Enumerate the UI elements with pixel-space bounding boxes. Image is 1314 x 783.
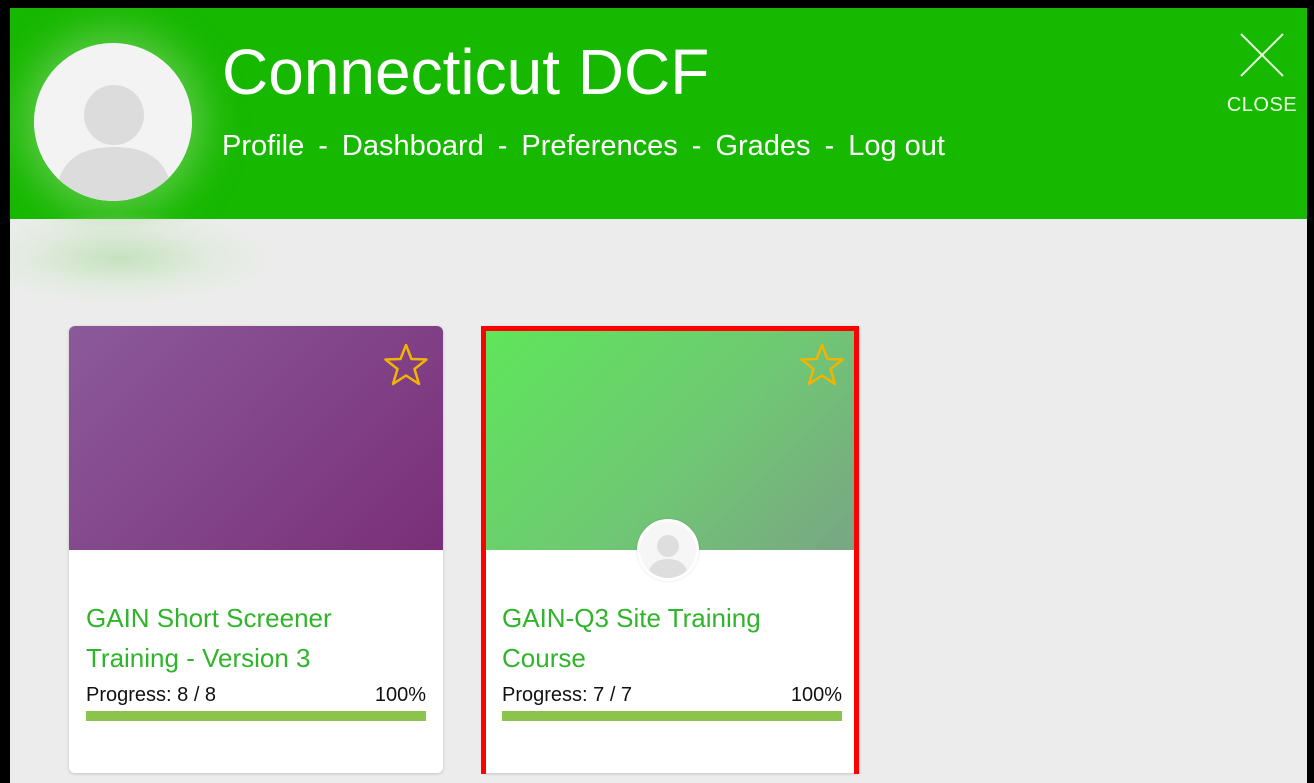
course-card[interactable]: GAIN-Q3 Site Training Course Progress: 7…: [485, 326, 859, 773]
progress-label: Progress: 8 / 8: [86, 684, 217, 706]
progress-fill: [502, 711, 842, 721]
course-title-link[interactable]: GAIN Short Screener Training - Version 3: [86, 598, 426, 678]
nav-separator: -: [691, 129, 702, 162]
decorative-glow: [10, 213, 270, 303]
progress-bar: [86, 711, 426, 721]
close-button[interactable]: CLOSE: [1224, 32, 1300, 132]
site-title: Connecticut DCF: [222, 36, 710, 108]
user-avatar-icon[interactable]: [34, 43, 192, 201]
close-x-icon: [1240, 33, 1284, 77]
nav-preferences-link[interactable]: Preferences: [521, 130, 677, 163]
app-window: Connecticut DCF Profile - Dashboard - Pr…: [0, 0, 1314, 783]
nav-separator: -: [318, 129, 328, 162]
progress-percent: 100%: [374, 684, 426, 706]
course-title-link[interactable]: GAIN-Q3 Site Training Course: [502, 598, 842, 678]
nav-dashboard-link[interactable]: Dashboard: [342, 130, 484, 163]
instructor-avatar-icon: [637, 519, 699, 581]
nav-separator: -: [497, 129, 508, 162]
nav-profile-link[interactable]: Profile: [222, 130, 304, 163]
header-bar: Connecticut DCF Profile - Dashboard - Pr…: [10, 8, 1307, 219]
nav-grades-link[interactable]: Grades: [715, 130, 810, 163]
progress-label: Progress: 7 / 7: [502, 684, 633, 706]
nav-logout-link[interactable]: Log out: [848, 130, 945, 163]
nav-separator: -: [824, 129, 835, 162]
progress-bar: [502, 711, 842, 721]
star-outline-icon[interactable]: [799, 342, 845, 388]
progress-fill: [86, 711, 426, 721]
star-outline-icon[interactable]: [383, 342, 429, 388]
user-nav: Profile - Dashboard - Preferences - Grad…: [222, 128, 945, 164]
course-card[interactable]: GAIN Short Screener Training - Version 3…: [69, 326, 443, 773]
progress-percent: 100%: [790, 684, 842, 706]
close-label: CLOSE: [1226, 94, 1298, 116]
